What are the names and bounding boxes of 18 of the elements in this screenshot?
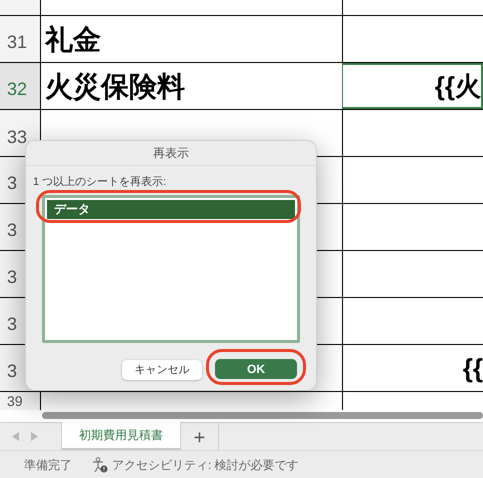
table-cell: {{	[342, 345, 483, 391]
accessibility-warning-icon[interactable]	[92, 456, 108, 472]
row-header[interactable]: 31	[0, 16, 40, 62]
ok-button[interactable]: OK	[215, 358, 297, 378]
table-cell: 火災保険料	[40, 63, 342, 109]
status-text: 準備完了	[24, 456, 72, 474]
cancel-button[interactable]: キャンセル	[122, 360, 202, 380]
sheet-tab[interactable]: 初期費用見積書	[61, 422, 181, 450]
table-cell: 礼金	[40, 16, 342, 62]
row-header[interactable]: 39	[0, 392, 40, 410]
row-header[interactable]: 32	[0, 63, 40, 109]
scrollbar[interactable]	[42, 412, 483, 419]
table-cell: {{火	[342, 63, 483, 109]
left-arrow-icon[interactable]	[12, 432, 19, 441]
list-item[interactable]: データ	[47, 200, 295, 218]
dialog-title: 再表示	[26, 141, 316, 166]
accessibility-status[interactable]: アクセシビリティ: 検討が必要です	[112, 456, 299, 474]
right-arrow-icon[interactable]	[31, 432, 38, 441]
